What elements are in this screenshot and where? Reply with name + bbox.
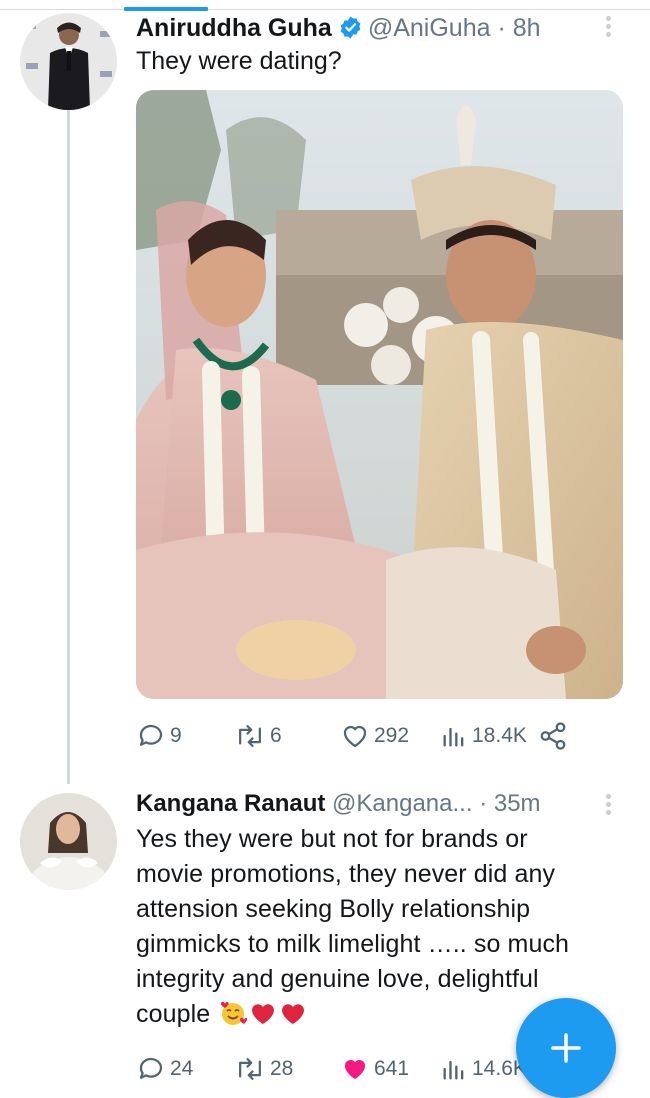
author-name[interactable]: Kangana Ranaut: [136, 790, 325, 817]
share-button[interactable]: [538, 721, 572, 751]
reply-icon: [139, 724, 163, 746]
avatar-kangana[interactable]: [20, 793, 117, 890]
like-icon: [343, 725, 367, 748]
retweet-icon: [239, 1058, 261, 1080]
smiling-face-with-hearts-icon: [219, 1000, 248, 1026]
thread-connector-line: [67, 104, 70, 784]
like-button[interactable]: 292: [340, 721, 409, 751]
share-icon: [540, 722, 566, 750]
like-count: 641: [374, 1057, 410, 1080]
tweet-text: They were dating?: [136, 47, 342, 75]
reply-count: 9: [170, 724, 182, 747]
author-handle[interactable]: @Kangana...: [332, 790, 472, 817]
reply-count: 24: [170, 1057, 194, 1080]
compose-plus-icon: [551, 1033, 581, 1063]
tweet-text-line: integrity and genuine love, delightful: [136, 965, 539, 993]
red-heart-icon: [249, 1000, 277, 1026]
tweet-time: · 35m: [479, 790, 541, 817]
tweet-header: Aniruddha Guha @AniGuha · 8h: [136, 13, 541, 43]
retweet-button[interactable]: 28: [234, 1054, 293, 1084]
retweet-count: 28: [270, 1057, 294, 1080]
tweet-text-word: couple: [136, 1000, 211, 1028]
tweet-text-line: movie promotions, they never did any: [136, 860, 556, 888]
views-icon: [443, 727, 464, 747]
author-handle[interactable]: @AniGuha: [368, 14, 491, 42]
tweet-text-line: gimmicks to milk limelight ….. so much: [136, 930, 570, 958]
views-button[interactable]: 18.4K: [440, 721, 527, 751]
reply-icon: [139, 1057, 163, 1079]
tweet-text: Yes they were but not for brands or movi…: [136, 822, 616, 1032]
views-icon: [443, 1060, 464, 1080]
tweet-header: Kangana Ranaut @Kangana... · 35m: [136, 789, 541, 819]
like-count: 292: [374, 724, 410, 747]
tweet-photo[interactable]: [136, 90, 623, 699]
like-button[interactable]: 641: [340, 1054, 409, 1084]
tweet-time: · 8h: [497, 14, 541, 42]
tweet-text-line: Yes they were but not for brands or: [136, 825, 528, 853]
avatar-aniruddha[interactable]: [20, 13, 117, 110]
more-options-icon[interactable]: [606, 16, 614, 40]
reply-button[interactable]: 24: [136, 1054, 193, 1084]
like-icon: [344, 1060, 366, 1079]
views-button[interactable]: 14.6K: [440, 1054, 527, 1084]
more-options-icon[interactable]: [606, 794, 614, 818]
author-name[interactable]: Aniruddha Guha: [136, 14, 332, 42]
tab-indicator: [124, 7, 208, 11]
reply-button[interactable]: 9: [136, 721, 182, 751]
tweet-text-line: attension seeking Bolly relationship: [136, 895, 531, 923]
retweet-button[interactable]: 6: [234, 721, 282, 751]
verified-icon: [338, 15, 363, 40]
compose-button[interactable]: [516, 998, 616, 1098]
top-divider: [0, 9, 650, 10]
views-count: 18.4K: [472, 724, 527, 747]
red-heart-icon: [279, 1000, 307, 1026]
retweet-count: 6: [270, 724, 282, 747]
retweet-icon: [239, 725, 261, 747]
